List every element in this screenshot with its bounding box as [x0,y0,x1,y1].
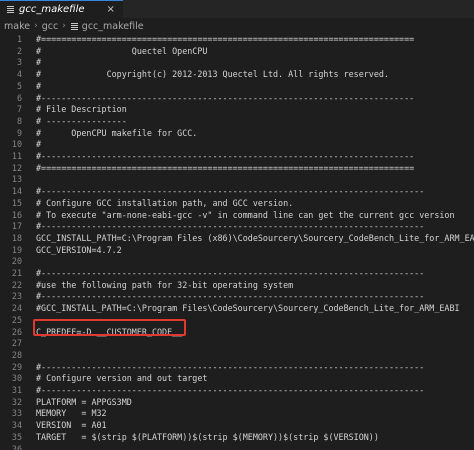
line-number: 13 [11,174,22,185]
tab-gcc-makefile[interactable]: gcc_makefile × [0,0,123,18]
code-line[interactable]: #---------------------------------------… [36,93,414,105]
line-number: 4 [16,69,22,80]
line-number: 30 [11,373,22,384]
line-number: 29 [11,361,22,372]
line-number: 36 [11,443,22,450]
tab-label: gcc_makefile [19,4,85,15]
breadcrumb-file-label: gcc_makefile [81,20,144,32]
code-line[interactable]: # Copyright(c) 2012-2013 Quectel Ltd. Al… [36,69,389,81]
chevron-right-icon: › [34,21,38,31]
line-number: 17 [11,221,22,232]
chevron-right-icon: › [62,21,66,31]
line-number: 23 [11,291,22,302]
code-line[interactable]: #use the following path for 32-bit opera… [36,280,293,292]
breadcrumb-item-make[interactable]: make [4,21,30,32]
code-line[interactable]: # Configure GCC installation path, and G… [36,198,293,210]
line-number: 24 [11,303,22,314]
code-line[interactable]: # [36,57,41,69]
code-line[interactable]: # [36,139,41,151]
code-line[interactable]: PLATFORM = APPGS3MD [36,397,132,409]
code-line[interactable]: MEMORY = M32 [36,408,107,420]
line-number: 2 [16,45,22,56]
code-line[interactable]: #---------------------------------------… [36,385,424,397]
line-number: 9 [16,127,22,138]
code-line[interactable]: TARGET = $(strip $(PLATFORM))$(strip $(M… [36,432,379,444]
line-number: 21 [11,268,22,278]
code-line[interactable]: #---------------------------------------… [36,362,424,374]
breadcrumb-item-gcc[interactable]: gcc [42,21,58,32]
code-line[interactable]: # File Description [36,104,127,116]
code-line[interactable]: #GCC_INSTALL_PATH=C:\Program Files\CodeS… [36,303,460,315]
line-number: 7 [16,104,22,115]
code-line[interactable]: # ---------------- [36,116,127,128]
line-number: 33 [11,408,22,419]
line-number: 25 [11,314,22,325]
line-number: 34 [11,420,22,431]
code-line[interactable]: # Configure version and out target [36,373,207,385]
code-text-area[interactable]: #=======================================… [36,34,474,450]
code-line[interactable]: # To execute "arm-none-eabi-gcc -v" in c… [36,210,455,222]
line-number: 35 [11,431,22,442]
code-line[interactable]: #---------------------------------------… [36,268,424,280]
line-number: 10 [11,139,22,150]
code-line[interactable]: GCC_VERSION=4.7.2 [36,245,122,257]
line-number: 12 [11,162,22,173]
breadcrumb: make › gcc › gcc_makefile [0,18,474,34]
line-number: 16 [11,209,22,220]
editor-window: gcc_makefile × make › gcc › gcc_makefile… [0,0,474,450]
line-number: 8 [16,115,22,126]
line-number: 14 [11,186,22,197]
breadcrumb-item-file[interactable]: gcc_makefile [70,21,144,32]
code-line[interactable]: #---------------------------------------… [36,151,414,163]
line-number: 27 [11,338,22,349]
line-number: 5 [16,80,22,91]
line-number: 3 [16,57,22,68]
code-line[interactable]: #---------------------------------------… [36,186,424,198]
line-number: 11 [11,151,22,161]
line-number: 19 [11,244,22,255]
code-line[interactable]: #---------------------------------------… [36,291,424,303]
code-line[interactable]: #=======================================… [36,163,414,175]
line-number: 26 [11,326,22,337]
code-editor[interactable]: 1 2 3 4 5 6 7 8 9 10 11 12 13 14 15 16 17 18 19 20 21 22 23 24 2… [0,34,474,450]
highlight-annotation-box [33,319,186,336]
line-number: 20 [11,256,22,267]
tab-bar: gcc_makefile × [0,0,474,18]
line-number: 22 [11,279,22,290]
line-number: 31 [11,385,22,395]
code-line[interactable]: # OpenCPU makefile for GCC. [36,128,197,140]
line-number: 6 [16,92,22,103]
line-number: 15 [11,197,22,208]
code-line[interactable]: # [36,81,41,93]
code-line[interactable]: VERSION = A01 [36,420,107,432]
close-icon[interactable]: × [107,4,115,15]
code-line[interactable]: # Quectel OpenCPU [36,46,207,58]
line-number: 28 [11,349,22,360]
code-line[interactable]: GCC_INSTALL_PATH=C:\Program Files (x86)\… [36,233,474,245]
line-number-gutter: 1 2 3 4 5 6 7 8 9 10 11 12 13 14 15 16 17 18 19 20 21 22 23 24 2… [0,34,28,450]
code-line[interactable]: #=======================================… [36,34,414,46]
line-number: 32 [11,396,22,407]
file-lines-icon [70,22,79,31]
line-number: 18 [11,232,22,243]
code-line[interactable]: #---------------------------------------… [36,221,424,233]
line-number: 1 [16,34,22,44]
file-lines-icon [6,5,15,14]
